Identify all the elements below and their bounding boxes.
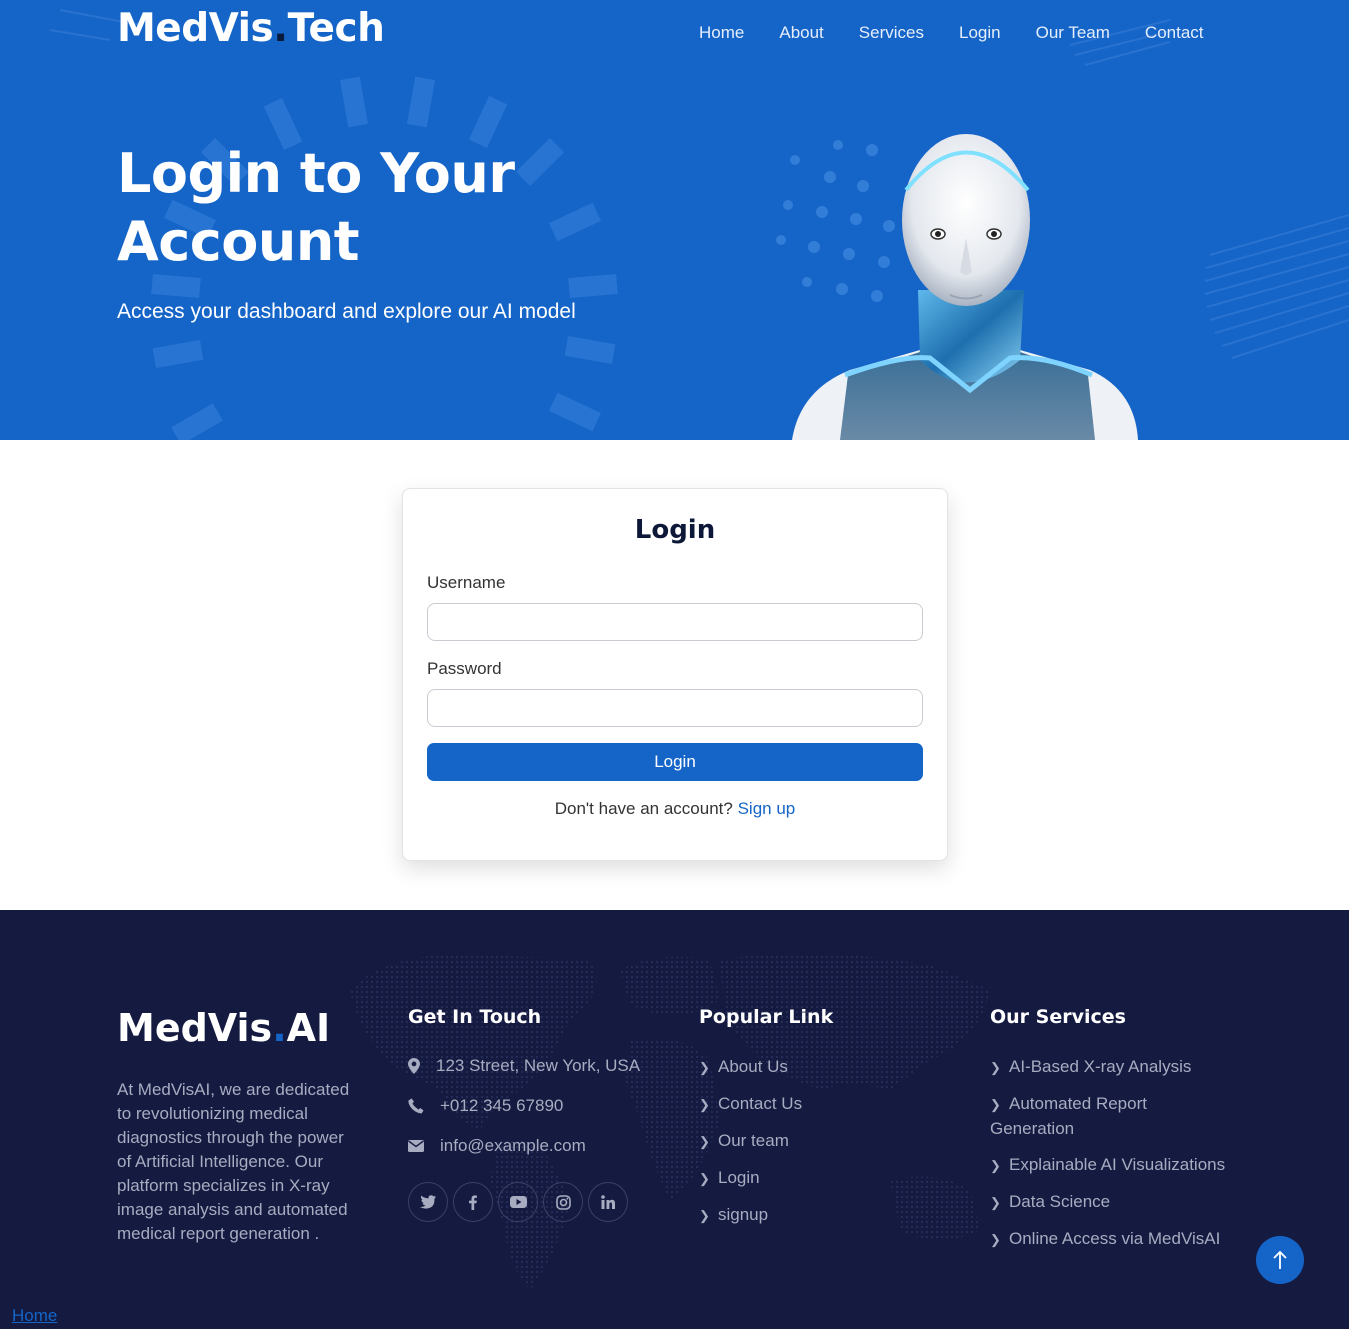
- username-label: Username: [427, 573, 506, 592]
- chevron-right-icon: ❯: [990, 1097, 1001, 1112]
- arrow-up-icon: [1273, 1250, 1287, 1269]
- username-input[interactable]: [427, 603, 923, 641]
- hero-title: Login to Your Account: [117, 142, 515, 273]
- service-label: Online Access via MedVisAI: [1009, 1229, 1221, 1248]
- linkedin-icon[interactable]: [588, 1182, 628, 1222]
- world-map-decoration: [350, 953, 990, 1290]
- site-footer: MedVis.AI At MedVisAI, we are dedicated …: [0, 910, 1349, 1329]
- footer-link-about[interactable]: ❯ About Us: [699, 1055, 802, 1080]
- service-item[interactable]: ❯ Online Access via MedVisAI: [990, 1227, 1230, 1252]
- login-button[interactable]: Login: [427, 743, 923, 781]
- chevron-right-icon: ❯: [699, 1208, 710, 1223]
- chevron-right-icon: ❯: [699, 1171, 710, 1186]
- nav-services[interactable]: Services: [859, 23, 924, 43]
- twitter-icon[interactable]: [408, 1182, 448, 1222]
- address-text: 123 Street, New York, USA: [436, 1056, 641, 1075]
- main-nav: Home About Services Login Our Team Conta…: [699, 23, 1239, 43]
- chevron-right-icon: ❯: [990, 1232, 1001, 1247]
- footer-link-signup[interactable]: ❯ signup: [699, 1203, 802, 1228]
- nav-home[interactable]: Home: [699, 23, 744, 43]
- services-title: Our Services: [990, 1006, 1126, 1028]
- services-list: ❯ AI-Based X-ray Analysis ❯ Automated Repo…: [990, 1055, 1230, 1264]
- nav-login[interactable]: Login: [959, 23, 1001, 43]
- login-card: Login Username Password Login Don't have…: [402, 488, 948, 861]
- chevron-right-icon: ❯: [699, 1097, 710, 1112]
- service-label: AI-Based X-ray Analysis: [1009, 1057, 1192, 1076]
- brand-logo[interactable]: MedVis.Tech: [117, 6, 385, 51]
- service-item[interactable]: ❯ Explainable AI Visualizations: [990, 1153, 1230, 1178]
- bottom-home-link[interactable]: Home: [12, 1306, 57, 1326]
- footer-description: At MedVisAI, we are dedicated to revolut…: [117, 1080, 350, 1243]
- service-item[interactable]: ❯ AI-Based X-ray Analysis: [990, 1055, 1230, 1080]
- footer-link-label: Our team: [718, 1131, 789, 1150]
- footer-logo-dot: .: [272, 1006, 287, 1050]
- nav-our-team[interactable]: Our Team: [1036, 23, 1110, 43]
- nav-contact[interactable]: Contact: [1145, 23, 1204, 43]
- password-label: Password: [427, 659, 502, 678]
- footer-logo[interactable]: MedVis.AI: [117, 1006, 330, 1050]
- footer-link-team[interactable]: ❯ Our team: [699, 1129, 802, 1154]
- service-item[interactable]: ❯ Data Science: [990, 1190, 1230, 1215]
- facebook-icon[interactable]: [453, 1182, 493, 1222]
- chevron-right-icon: ❯: [990, 1158, 1001, 1173]
- signup-row: Don't have an account? Sign up: [403, 799, 947, 819]
- hero-subtitle: Access your dashboard and explore our AI…: [117, 300, 576, 323]
- service-label: Automated Report Generation: [990, 1094, 1147, 1138]
- footer-link-label: Contact Us: [718, 1094, 803, 1113]
- logo-text-main: MedVis: [117, 6, 274, 51]
- address-row: 123 Street, New York, USA: [408, 1056, 640, 1076]
- logo-dot: .: [273, 6, 288, 51]
- service-label: Explainable AI Visualizations: [1009, 1155, 1226, 1174]
- contact-title: Get In Touch: [408, 1006, 542, 1028]
- chevron-right-icon: ❯: [699, 1134, 710, 1149]
- service-item[interactable]: ❯ Automated Report Generation: [990, 1092, 1230, 1141]
- hero-section: MedVis.Tech Home About Services Login Ou…: [0, 0, 1349, 440]
- instagram-icon[interactable]: [543, 1182, 583, 1222]
- email-text: info@example.com: [440, 1136, 586, 1155]
- footer-logo-suffix: AI: [286, 1006, 331, 1050]
- signup-prompt: Don't have an account?: [554, 799, 733, 818]
- phone-row: +012 345 67890: [408, 1096, 563, 1116]
- chevron-right-icon: ❯: [990, 1060, 1001, 1075]
- envelope-icon: [408, 1140, 440, 1152]
- phone-icon: [408, 1098, 440, 1114]
- footer-link-contact[interactable]: ❯ Contact Us: [699, 1092, 802, 1117]
- phone-text: +012 345 67890: [440, 1096, 564, 1115]
- service-label: Data Science: [1009, 1192, 1111, 1211]
- password-input[interactable]: [427, 689, 923, 727]
- logo-text-suffix: Tech: [287, 6, 385, 51]
- email-row: info@example.com: [408, 1136, 586, 1156]
- links-title: Popular Link: [699, 1006, 834, 1028]
- popular-links-list: ❯ About Us ❯ Contact Us ❯ Our team ❯ Login ❯…: [699, 1055, 802, 1240]
- nav-about[interactable]: About: [779, 23, 823, 43]
- back-to-top-button[interactable]: [1256, 1236, 1304, 1284]
- footer-logo-main: MedVis: [117, 1006, 273, 1050]
- chevron-right-icon: ❯: [990, 1195, 1001, 1210]
- youtube-icon[interactable]: [498, 1182, 538, 1222]
- chevron-right-icon: ❯: [699, 1060, 710, 1075]
- footer-link-label: Login: [718, 1168, 760, 1187]
- signup-link[interactable]: Sign up: [738, 799, 796, 818]
- footer-link-label: signup: [718, 1205, 769, 1224]
- footer-link-label: About Us: [718, 1057, 788, 1076]
- social-links: [408, 1182, 633, 1222]
- login-title: Login: [634, 515, 716, 545]
- map-marker-icon: [408, 1058, 436, 1074]
- robot-illustration: [792, 134, 1138, 440]
- footer-link-login[interactable]: ❯ Login: [699, 1166, 802, 1191]
